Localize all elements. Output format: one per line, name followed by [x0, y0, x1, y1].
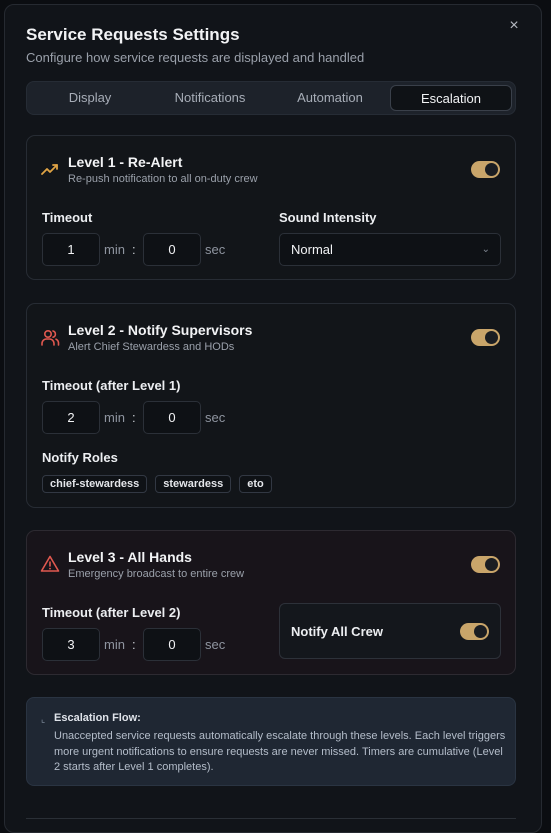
sec-unit: sec — [205, 637, 226, 652]
level-3-seconds-input[interactable]: 0 — [143, 628, 201, 661]
level-3-title: Level 3 - All Hands — [68, 549, 192, 565]
time-separator: : — [132, 637, 136, 652]
level-3-description: Emergency broadcast to entire crew — [68, 568, 245, 580]
level-2-toggle[interactable] — [471, 329, 500, 346]
sound-intensity-select[interactable]: Normal ⌄ — [279, 233, 501, 266]
level-2-title: Level 2 - Notify Supervisors — [68, 322, 253, 338]
level-3-card: Level 3 - All Hands Emergency broadcast … — [26, 530, 516, 675]
tab-bar: Display Notifications Automation Escalat… — [26, 81, 516, 115]
level-2-minutes-input[interactable]: 2 — [42, 401, 100, 434]
escalation-flow-info: ⌞ Escalation Flow: Unaccepted service re… — [26, 697, 516, 786]
footer-divider — [26, 818, 516, 819]
level-3-toggle[interactable] — [471, 556, 500, 573]
level-1-timeout-label: Timeout — [42, 210, 93, 225]
alert-triangle-icon — [40, 555, 60, 572]
toggle-knob — [474, 625, 487, 638]
level-1-toggle[interactable] — [471, 161, 500, 178]
notify-roles-label: Notify Roles — [42, 450, 118, 465]
users-icon — [41, 329, 60, 346]
settings-modal: × Service Requests Settings Configure ho… — [4, 4, 542, 833]
min-unit: min — [104, 242, 125, 257]
level-1-card: Level 1 - Re-Alert Re-push notification … — [26, 135, 516, 280]
level-2-description: Alert Chief Stewardess and HODs — [68, 341, 235, 353]
level-1-description: Re-push notification to all on-duty crew — [68, 173, 258, 185]
notify-all-crew-box: Notify All Crew — [279, 603, 501, 659]
level-1-title: Level 1 - Re-Alert — [68, 154, 183, 170]
escalation-flow-body: Unaccepted service requests automaticall… — [54, 730, 506, 773]
notify-all-crew-label: Notify All Crew — [291, 624, 383, 639]
modal-subtitle: Configure how service requests are displ… — [26, 50, 365, 65]
tab-automation[interactable]: Automation — [270, 85, 390, 111]
min-unit: min — [104, 410, 125, 425]
escalation-flow-title: Escalation Flow: — [54, 712, 141, 724]
tab-display[interactable]: Display — [30, 85, 150, 111]
close-icon[interactable]: × — [505, 17, 523, 35]
toggle-knob — [485, 163, 498, 176]
toggle-knob — [485, 331, 498, 344]
role-chip[interactable]: stewardess — [155, 475, 232, 493]
sound-intensity-value: Normal — [291, 242, 333, 257]
modal-title: Service Requests Settings — [26, 25, 240, 44]
sec-unit: sec — [205, 242, 226, 257]
notify-roles-list: chief-stewardess stewardess eto — [42, 475, 272, 493]
level-1-minutes-input[interactable]: 1 — [42, 233, 100, 266]
level-1-seconds-input[interactable]: 0 — [143, 233, 201, 266]
trending-up-icon — [41, 164, 58, 175]
notify-all-crew-toggle[interactable] — [460, 623, 489, 640]
level-2-seconds-input[interactable]: 0 — [143, 401, 201, 434]
level-2-timeout-label: Timeout (after Level 1) — [42, 378, 181, 393]
tab-escalation[interactable]: Escalation — [390, 85, 512, 111]
tab-notifications[interactable]: Notifications — [150, 85, 270, 111]
role-chip[interactable]: eto — [239, 475, 272, 493]
info-icon: ⌞ — [41, 714, 46, 724]
sound-intensity-label: Sound Intensity — [279, 210, 377, 225]
role-chip[interactable]: chief-stewardess — [42, 475, 148, 493]
min-unit: min — [104, 637, 125, 652]
level-3-minutes-input[interactable]: 3 — [42, 628, 100, 661]
toggle-knob — [485, 558, 498, 571]
level-2-card: Level 2 - Notify Supervisors Alert Chief… — [26, 303, 516, 508]
time-separator: : — [132, 410, 136, 425]
sec-unit: sec — [205, 410, 226, 425]
time-separator: : — [132, 242, 136, 257]
chevron-down-icon: ⌄ — [481, 244, 490, 255]
level-3-timeout-label: Timeout (after Level 2) — [42, 605, 181, 620]
